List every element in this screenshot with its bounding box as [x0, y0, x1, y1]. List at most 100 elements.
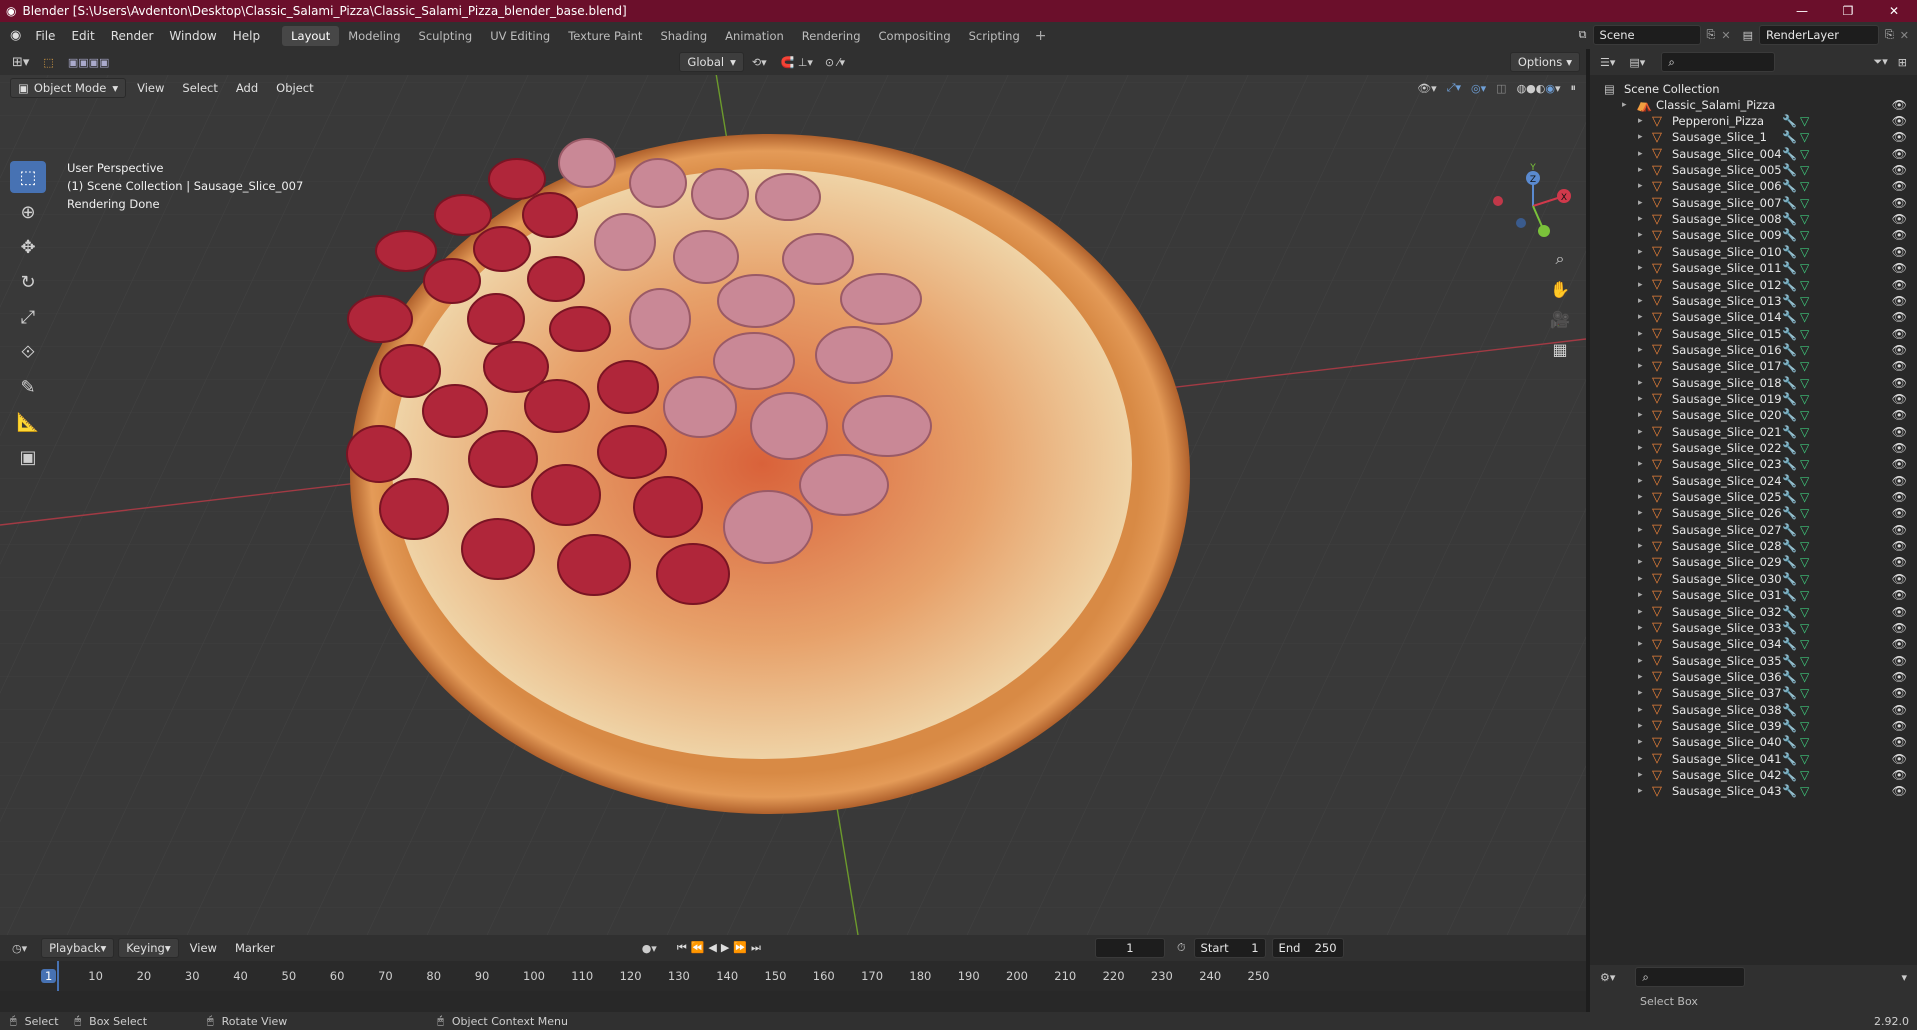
salami-slice[interactable] — [531, 464, 601, 526]
scene-icon[interactable]: ⧉ — [1579, 28, 1587, 42]
mesh-data-icon[interactable]: ▽ — [1800, 228, 1809, 242]
visibility-eye-icon[interactable]: 👁 — [1892, 719, 1907, 733]
modifier-icon[interactable]: 🔧 — [1782, 555, 1797, 569]
salami-slice[interactable] — [629, 158, 687, 208]
current-frame-field[interactable]: 1 — [1094, 938, 1165, 958]
visibility-eye-icon[interactable]: 👁 — [1892, 784, 1907, 798]
salami-slice[interactable] — [782, 233, 854, 285]
annotate-tool[interactable]: ✎ — [10, 371, 46, 403]
delete-layer-icon[interactable]: ✕ — [1900, 29, 1909, 42]
salami-slice[interactable] — [379, 344, 441, 398]
tab-shading[interactable]: Shading — [651, 26, 716, 46]
menu-render[interactable]: Render — [103, 29, 162, 43]
salami-slice[interactable] — [633, 476, 703, 538]
tab-modeling[interactable]: Modeling — [339, 26, 409, 46]
tab-scripting[interactable]: Scripting — [960, 26, 1029, 46]
timeline-menu-view[interactable]: View — [183, 938, 224, 958]
expand-arrow-icon[interactable]: ▸ — [1638, 459, 1643, 469]
salami-slice[interactable] — [663, 376, 737, 438]
mesh-data-icon[interactable]: ▽ — [1800, 605, 1809, 619]
mesh-data-icon[interactable]: ▽ — [1800, 196, 1809, 210]
modifier-icon[interactable]: 🔧 — [1782, 670, 1797, 684]
expand-arrow-icon[interactable]: ▸ — [1638, 639, 1643, 649]
visibility-eye-icon[interactable]: 👁 — [1892, 539, 1907, 553]
expand-arrow-icon[interactable]: ▸ — [1638, 508, 1643, 518]
expand-arrow-icon[interactable]: ▸ — [1638, 656, 1643, 666]
add-workspace-icon[interactable]: + — [1035, 28, 1047, 44]
mesh-data-icon[interactable]: ▽ — [1800, 719, 1809, 733]
expand-arrow-icon[interactable]: ▸ — [1622, 100, 1627, 110]
visibility-eye-icon[interactable]: 👁 — [1892, 310, 1907, 324]
mesh-data-icon[interactable]: ▽ — [1800, 637, 1809, 651]
mesh-data-icon[interactable]: ▽ — [1800, 310, 1809, 324]
salami-slice[interactable] — [717, 274, 795, 328]
expand-arrow-icon[interactable]: ▸ — [1638, 574, 1643, 584]
visibility-eye-icon[interactable]: 👁 — [1892, 555, 1907, 569]
zoom-icon[interactable]: ⌕ — [1546, 244, 1574, 274]
expand-arrow-icon[interactable]: ▸ — [1638, 230, 1643, 240]
tab-animation[interactable]: Animation — [716, 26, 793, 46]
expand-arrow-icon[interactable]: ▸ — [1638, 361, 1643, 371]
select-box-tool[interactable]: ⬚ — [10, 161, 46, 193]
new-scene-icon[interactable]: ⎘ — [1707, 28, 1716, 42]
mesh-data-icon[interactable]: ▽ — [1800, 294, 1809, 308]
mesh-data-icon[interactable]: ▽ — [1800, 588, 1809, 602]
blender-menu-icon[interactable]: ◉ — [10, 28, 21, 43]
salami-slice[interactable] — [673, 230, 739, 284]
modifier-icon[interactable]: 🔧 — [1782, 147, 1797, 161]
modifier-icon[interactable]: 🔧 — [1782, 703, 1797, 717]
visibility-eye-icon[interactable]: 👁 — [1892, 147, 1907, 161]
mesh-data-icon[interactable]: ▽ — [1800, 114, 1809, 128]
expand-arrow-icon[interactable]: ▸ — [1638, 280, 1643, 290]
playback-controls[interactable]: ⏮⏪◀▶⏩⏭ — [677, 941, 765, 955]
pause-render-icon[interactable]: ⏸ — [1571, 81, 1577, 95]
visibility-eye-icon[interactable]: 👁 — [1892, 703, 1907, 717]
selection-modes-icon[interactable]: ▣▣▣▣ — [68, 56, 110, 69]
salami-slice[interactable] — [423, 258, 481, 304]
view-layer-field[interactable]: RenderLayer — [1758, 25, 1879, 45]
visibility-eye-icon[interactable]: 👁 — [1892, 392, 1907, 406]
mesh-data-icon[interactable]: ▽ — [1800, 654, 1809, 668]
expand-arrow-icon[interactable]: ▸ — [1638, 443, 1643, 453]
modifier-icon[interactable]: 🔧 — [1782, 327, 1797, 341]
visibility-eye-icon[interactable]: 👁 — [1892, 408, 1907, 422]
visibility-eye-icon[interactable]: 👁 — [1892, 179, 1907, 193]
expand-arrow-icon[interactable]: ▸ — [1638, 476, 1643, 486]
expand-arrow-icon[interactable]: ▸ — [1638, 590, 1643, 600]
expand-arrow-icon[interactable]: ▸ — [1638, 214, 1643, 224]
visibility-eye-icon[interactable]: 👁 — [1892, 654, 1907, 668]
properties-options-icon[interactable]: ▾ — [1901, 971, 1907, 984]
visibility-eye-icon[interactable]: 👁 — [1892, 376, 1907, 390]
start-frame-field[interactable]: Start 1 — [1193, 938, 1266, 958]
tab-compositing[interactable]: Compositing — [870, 26, 960, 46]
salami-slice[interactable] — [594, 213, 656, 271]
visibility-eye-icon[interactable]: 👁 — [1892, 327, 1907, 341]
menu-file[interactable]: File — [27, 29, 63, 43]
shading-modes-icon[interactable]: ◍●◐◉▾ — [1517, 82, 1561, 95]
salami-slice[interactable] — [597, 425, 667, 479]
view-layer-icon[interactable]: ▤ — [1743, 29, 1753, 42]
mesh-data-icon[interactable]: ▽ — [1800, 425, 1809, 439]
salami-slice[interactable] — [723, 490, 813, 564]
visibility-eye-icon[interactable]: 👁 — [1892, 621, 1907, 635]
expand-arrow-icon[interactable]: ▸ — [1638, 770, 1643, 780]
visibility-eye-icon[interactable]: 👁 — [1892, 425, 1907, 439]
measure-tool[interactable]: 📐 — [10, 406, 46, 438]
options-dropdown[interactable]: Options ▾ — [1509, 52, 1580, 72]
mesh-data-icon[interactable]: ▽ — [1800, 572, 1809, 586]
modifier-icon[interactable]: 🔧 — [1782, 245, 1797, 259]
salami-slice[interactable] — [629, 288, 691, 350]
expand-arrow-icon[interactable]: ▸ — [1638, 378, 1643, 388]
visibility-eye-icon[interactable]: 👁 — [1892, 228, 1907, 242]
gizmo-toggle-icon[interactable]: ⤢▾ — [1447, 81, 1461, 95]
outliner-search-input[interactable]: ⌕ — [1661, 52, 1776, 72]
mesh-data-icon[interactable]: ▽ — [1800, 212, 1809, 226]
visibility-eye-icon[interactable]: 👁 — [1892, 490, 1907, 504]
visibility-eye-icon[interactable]: 👁 — [1892, 474, 1907, 488]
modifier-icon[interactable]: 🔧 — [1782, 294, 1797, 308]
mode-dropdown[interactable]: ▣ Object Mode ▾ — [10, 78, 127, 98]
salami-slice[interactable] — [597, 360, 659, 414]
expand-arrow-icon[interactable]: ▸ — [1638, 607, 1643, 617]
timeline-ruler[interactable]: 1 10 20 30 40 50 60 70 80 90 100 110 120 130 140 150 160… — [0, 961, 1586, 991]
salami-slice[interactable] — [558, 138, 616, 188]
